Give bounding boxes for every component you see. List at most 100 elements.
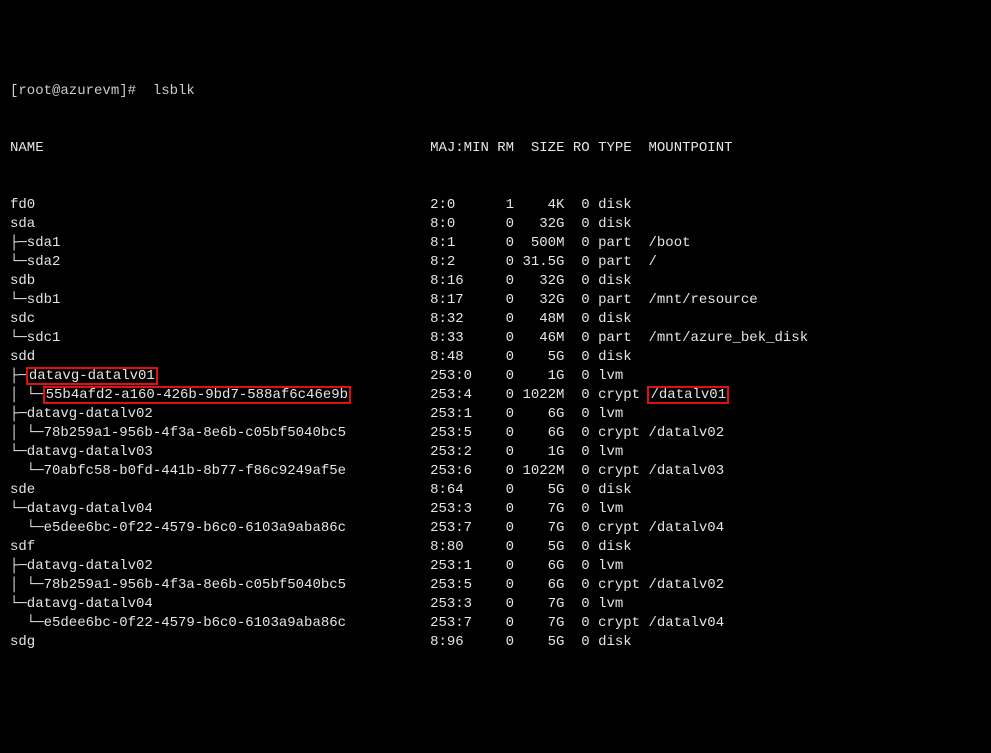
cell-type: part <box>598 291 648 310</box>
cell-ro: 0 <box>564 633 589 652</box>
hdr-mount: MOUNTPOINT <box>648 139 732 158</box>
cell-ro: 0 <box>564 367 589 386</box>
table-row: sdg 8:9605G0 disk <box>10 633 981 652</box>
table-row: fd0 2:014K0 disk <box>10 196 981 215</box>
cell-size: 500M <box>514 234 564 253</box>
cell-rm: 0 <box>489 462 514 481</box>
cell-type: lvm <box>598 405 648 424</box>
cell-majmin: 2:0 <box>430 196 489 215</box>
cell-majmin: 253:4 <box>430 386 489 405</box>
cell-ro: 0 <box>564 310 589 329</box>
cell-name: └─sda2 <box>10 253 430 272</box>
cell-ro: 0 <box>564 424 589 443</box>
cell-majmin: 253:7 <box>430 519 489 538</box>
cell-size: 6G <box>514 576 564 595</box>
cell-size: 7G <box>514 519 564 538</box>
cell-name: sdg <box>10 633 430 652</box>
cell-name: │ └─78b259a1-956b-4f3a-8e6b-c05bf5040bc5 <box>10 424 430 443</box>
cell-name: └─70abfc58-b0fd-441b-8b77-f86c9249af5e <box>10 462 430 481</box>
cell-size: 5G <box>514 633 564 652</box>
cell-size: 6G <box>514 424 564 443</box>
cell-type: disk <box>598 481 648 500</box>
cell-ro: 0 <box>564 500 589 519</box>
cell-majmin: 8:33 <box>430 329 489 348</box>
cell-name: ├─datavg-datalv02 <box>10 405 430 424</box>
table-row: │ └─78b259a1-956b-4f3a-8e6b-c05bf5040bc5… <box>10 424 981 443</box>
cell-rm: 0 <box>489 291 514 310</box>
cell-name: sdb <box>10 272 430 291</box>
cell-rm: 0 <box>489 348 514 367</box>
cell-majmin: 253:1 <box>430 557 489 576</box>
lsblk-output: fd0 2:014K0 disk sda 8:0032G0 disk ├─sda… <box>10 196 981 652</box>
cell-name: ├─datavg-datalv01 <box>10 367 430 386</box>
cell-mount: /datalv04 <box>648 519 724 538</box>
cell-majmin: 8:0 <box>430 215 489 234</box>
table-row: sdf 8:8005G0 disk <box>10 538 981 557</box>
cell-name: └─datavg-datalv04 <box>10 595 430 614</box>
cell-name: │ └─78b259a1-956b-4f3a-8e6b-c05bf5040bc5 <box>10 576 430 595</box>
cell-ro: 0 <box>564 519 589 538</box>
cell-rm: 0 <box>489 272 514 291</box>
cell-rm: 0 <box>489 519 514 538</box>
shell-prompt: [root@azurevm]# lsblk <box>10 82 981 101</box>
cell-ro: 0 <box>564 614 589 633</box>
cell-rm: 0 <box>489 386 514 405</box>
highlight-name: datavg-datalv01 <box>27 368 157 384</box>
cell-name: └─datavg-datalv03 <box>10 443 430 462</box>
cell-type: disk <box>598 538 648 557</box>
table-row: └─e5dee6bc-0f22-4579-b6c0-6103a9aba86c 2… <box>10 614 981 633</box>
cell-size: 6G <box>514 405 564 424</box>
table-row: └─sdc1 8:33046M0 part /mnt/azure_bek_dis… <box>10 329 981 348</box>
table-row: └─e5dee6bc-0f22-4579-b6c0-6103a9aba86c 2… <box>10 519 981 538</box>
cell-name: └─e5dee6bc-0f22-4579-b6c0-6103a9aba86c <box>10 519 430 538</box>
cell-type: lvm <box>598 443 648 462</box>
cell-rm: 1 <box>489 196 514 215</box>
cell-rm: 0 <box>489 310 514 329</box>
cell-mount: /datalv04 <box>648 614 724 633</box>
table-row: ├─datavg-datalv02 253:106G0 lvm <box>10 405 981 424</box>
cell-type: disk <box>598 633 648 652</box>
cell-majmin: 253:0 <box>430 367 489 386</box>
cell-ro: 0 <box>564 234 589 253</box>
cell-type: lvm <box>598 500 648 519</box>
cell-size: 31.5G <box>514 253 564 272</box>
cell-size: 1G <box>514 443 564 462</box>
cell-rm: 0 <box>489 576 514 595</box>
table-row: │ └─55b4afd2-a160-426b-9bd7-588af6c46e9b… <box>10 386 981 405</box>
cell-mount: /mnt/azure_bek_disk <box>648 329 808 348</box>
cell-rm: 0 <box>489 595 514 614</box>
hdr-name: NAME <box>10 139 430 158</box>
table-row: └─70abfc58-b0fd-441b-8b77-f86c9249af5e 2… <box>10 462 981 481</box>
table-row: ├─datavg-datalv01 253:001G0 lvm <box>10 367 981 386</box>
cell-mount: /datalv03 <box>648 462 724 481</box>
table-row: └─datavg-datalv03 253:201G0 lvm <box>10 443 981 462</box>
table-row: sdd 8:4805G0 disk <box>10 348 981 367</box>
cell-name: ├─sda1 <box>10 234 430 253</box>
cell-ro: 0 <box>564 576 589 595</box>
cell-ro: 0 <box>564 557 589 576</box>
cell-size: 5G <box>514 348 564 367</box>
cell-majmin: 253:3 <box>430 500 489 519</box>
cell-name: ├─datavg-datalv02 <box>10 557 430 576</box>
cell-ro: 0 <box>564 348 589 367</box>
cell-majmin: 8:1 <box>430 234 489 253</box>
cell-size: 5G <box>514 481 564 500</box>
cell-majmin: 8:96 <box>430 633 489 652</box>
cell-size: 32G <box>514 291 564 310</box>
cell-majmin: 8:48 <box>430 348 489 367</box>
cell-type: crypt <box>598 424 648 443</box>
cell-name: sda <box>10 215 430 234</box>
cell-size: 32G <box>514 272 564 291</box>
cell-ro: 0 <box>564 329 589 348</box>
cell-rm: 0 <box>489 367 514 386</box>
cell-ro: 0 <box>564 595 589 614</box>
cell-size: 6G <box>514 557 564 576</box>
cell-type: crypt <box>598 386 648 405</box>
cell-ro: 0 <box>564 405 589 424</box>
cell-type: part <box>598 234 648 253</box>
cell-type: disk <box>598 196 648 215</box>
cell-rm: 0 <box>489 215 514 234</box>
table-row: sdb 8:16032G0 disk <box>10 272 981 291</box>
cell-type: crypt <box>598 462 648 481</box>
cell-mount: /datalv02 <box>648 424 724 443</box>
